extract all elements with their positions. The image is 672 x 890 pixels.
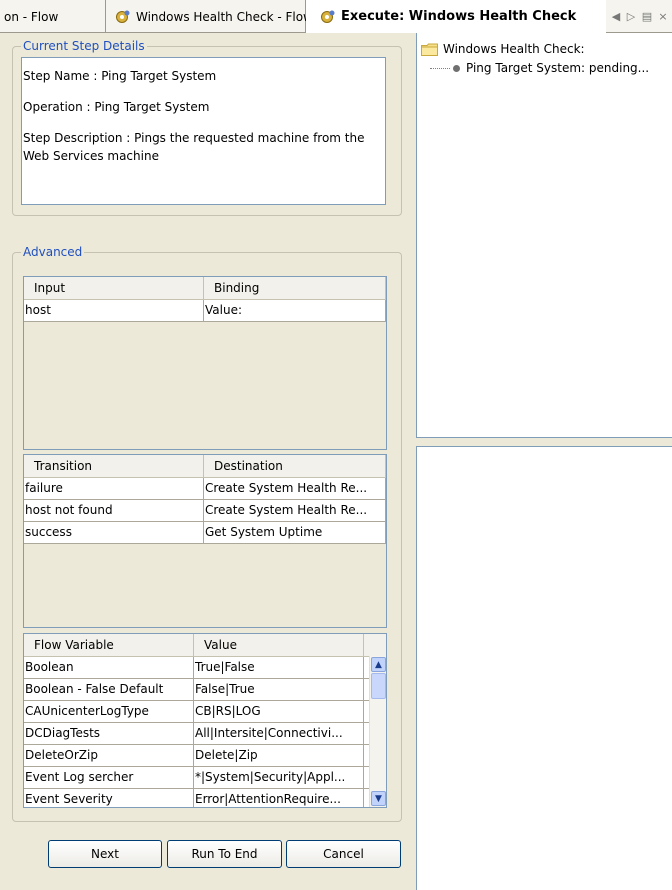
- tree-child-node[interactable]: Ping Target System: pending...: [430, 61, 649, 75]
- variable-name-cell: DeleteOrZip: [24, 745, 194, 766]
- scroll-up-icon[interactable]: ▲: [371, 657, 386, 672]
- step-name: Step Name : Ping Target System: [23, 69, 217, 83]
- tab-windows-health-check-flow[interactable]: Windows Health Check - Flow: [106, 0, 313, 33]
- tab-flow-partial[interactable]: on - Flow: [0, 0, 106, 33]
- advanced-group: Advanced Input Binding host Value: Trans…: [12, 245, 402, 822]
- tree-root-node[interactable]: Windows Health Check:: [421, 42, 585, 56]
- table-row[interactable]: host not found Create System Health Re..…: [24, 500, 386, 522]
- execution-tree-pane: Windows Health Check: Ping Target System…: [416, 33, 672, 438]
- variable-name-cell: Event Log sercher: [24, 767, 194, 788]
- run-to-end-button[interactable]: Run To End: [167, 840, 282, 868]
- table-row[interactable]: DCDiagTests All|Intersite|Connectivi...: [24, 723, 386, 745]
- variable-name-cell: Event Severity: [24, 789, 194, 807]
- input-name-cell: host: [24, 300, 204, 321]
- table-header: Flow Variable Value: [24, 634, 386, 657]
- table-row[interactable]: failure Create System Health Re...: [24, 478, 386, 500]
- flow-gear-icon: [321, 10, 335, 23]
- table-row[interactable]: CAUnicenterLogType CB|RS|LOG: [24, 701, 386, 723]
- step-description: Step Description : Pings the requested m…: [23, 131, 365, 163]
- table-row[interactable]: Boolean True|False: [24, 657, 386, 679]
- variable-value-cell[interactable]: CB|RS|LOG: [194, 701, 364, 722]
- next-button[interactable]: Next: [48, 840, 162, 868]
- step-status-icon: [453, 64, 460, 72]
- column-header-value[interactable]: Value: [194, 634, 364, 656]
- variable-value-cell[interactable]: True|False: [194, 657, 364, 678]
- transition-cell: failure: [24, 478, 204, 499]
- transition-table: Transition Destination failure Create Sy…: [23, 454, 387, 628]
- scrollbar-thumb[interactable]: [371, 673, 386, 699]
- flow-variable-table: Flow Variable Value Boolean True|False B…: [23, 633, 387, 808]
- input-binding-table: Input Binding host Value:: [23, 276, 387, 450]
- transition-cell: success: [24, 522, 204, 543]
- destination-cell: Create System Health Re...: [204, 500, 386, 521]
- advanced-legend: Advanced: [21, 245, 85, 259]
- step-details-text: Step Name : Ping Target System Operation…: [21, 57, 386, 205]
- cancel-button[interactable]: Cancel: [286, 840, 401, 868]
- tree-connector: [430, 67, 450, 69]
- variable-name-cell: DCDiagTests: [24, 723, 194, 744]
- scroll-tabs-right-icon[interactable]: ▷: [624, 0, 638, 33]
- column-header-input[interactable]: Input: [24, 277, 204, 299]
- table-row[interactable]: Event Severity Error|AttentionRequire...: [24, 789, 386, 807]
- table-row[interactable]: success Get System Uptime: [24, 522, 386, 544]
- output-pane: [416, 446, 672, 890]
- column-header-transition[interactable]: Transition: [24, 455, 204, 477]
- tree-root-label: Windows Health Check:: [443, 42, 585, 56]
- column-header-destination[interactable]: Destination: [204, 455, 386, 477]
- variable-name-cell: Boolean - False Default: [24, 679, 194, 700]
- table-header: Input Binding: [24, 277, 386, 300]
- table-row[interactable]: DeleteOrZip Delete|Zip: [24, 745, 386, 767]
- tab-label: Windows Health Check - Flow: [136, 9, 313, 24]
- current-step-details-legend: Current Step Details: [21, 39, 147, 53]
- variable-name-cell: Boolean: [24, 657, 194, 678]
- tab-label: Execute: Windows Health Check: [341, 9, 577, 24]
- variable-value-cell[interactable]: Delete|Zip: [194, 745, 364, 766]
- destination-cell: Create System Health Re...: [204, 478, 386, 499]
- tree-child-label: Ping Target System: pending...: [466, 61, 650, 75]
- editor-tab-bar: on - Flow Windows Health Check - Flow Ex…: [0, 0, 672, 33]
- variable-value-cell[interactable]: All|Intersite|Connectivi...: [194, 723, 364, 744]
- transition-cell: host not found: [24, 500, 204, 521]
- step-operation: Operation : Ping Target System: [23, 100, 210, 114]
- folder-icon: [421, 43, 438, 56]
- destination-cell: Get System Uptime: [204, 522, 386, 543]
- current-step-details-group: Current Step Details Step Name : Ping Ta…: [12, 39, 402, 216]
- column-header-flow-variable[interactable]: Flow Variable: [24, 634, 194, 656]
- table-row[interactable]: Event Log sercher *|System|Security|Appl…: [24, 767, 386, 789]
- column-header-binding[interactable]: Binding: [204, 277, 386, 299]
- table-row[interactable]: host Value:: [24, 300, 386, 322]
- variable-value-cell[interactable]: *|System|Security|Appl...: [194, 767, 364, 788]
- variable-value-cell[interactable]: Error|AttentionRequire...: [194, 789, 364, 807]
- close-tab-icon[interactable]: ×: [656, 0, 670, 33]
- scroll-down-icon[interactable]: ▼: [371, 791, 386, 806]
- tab-execute-windows-health-check[interactable]: Execute: Windows Health Check: [306, 0, 606, 33]
- table-header: Transition Destination: [24, 455, 386, 478]
- table-row[interactable]: Boolean - False Default False|True: [24, 679, 386, 701]
- flow-gear-icon: [116, 10, 130, 23]
- tab-list-icon[interactable]: ▤: [640, 0, 654, 33]
- scroll-tabs-left-icon[interactable]: ◀: [609, 0, 623, 33]
- binding-value-cell[interactable]: Value:: [204, 300, 386, 321]
- variable-name-cell: CAUnicenterLogType: [24, 701, 194, 722]
- variable-value-cell[interactable]: False|True: [194, 679, 364, 700]
- tab-label: on - Flow: [4, 9, 59, 24]
- vertical-scrollbar[interactable]: ▲ ▼: [369, 656, 386, 807]
